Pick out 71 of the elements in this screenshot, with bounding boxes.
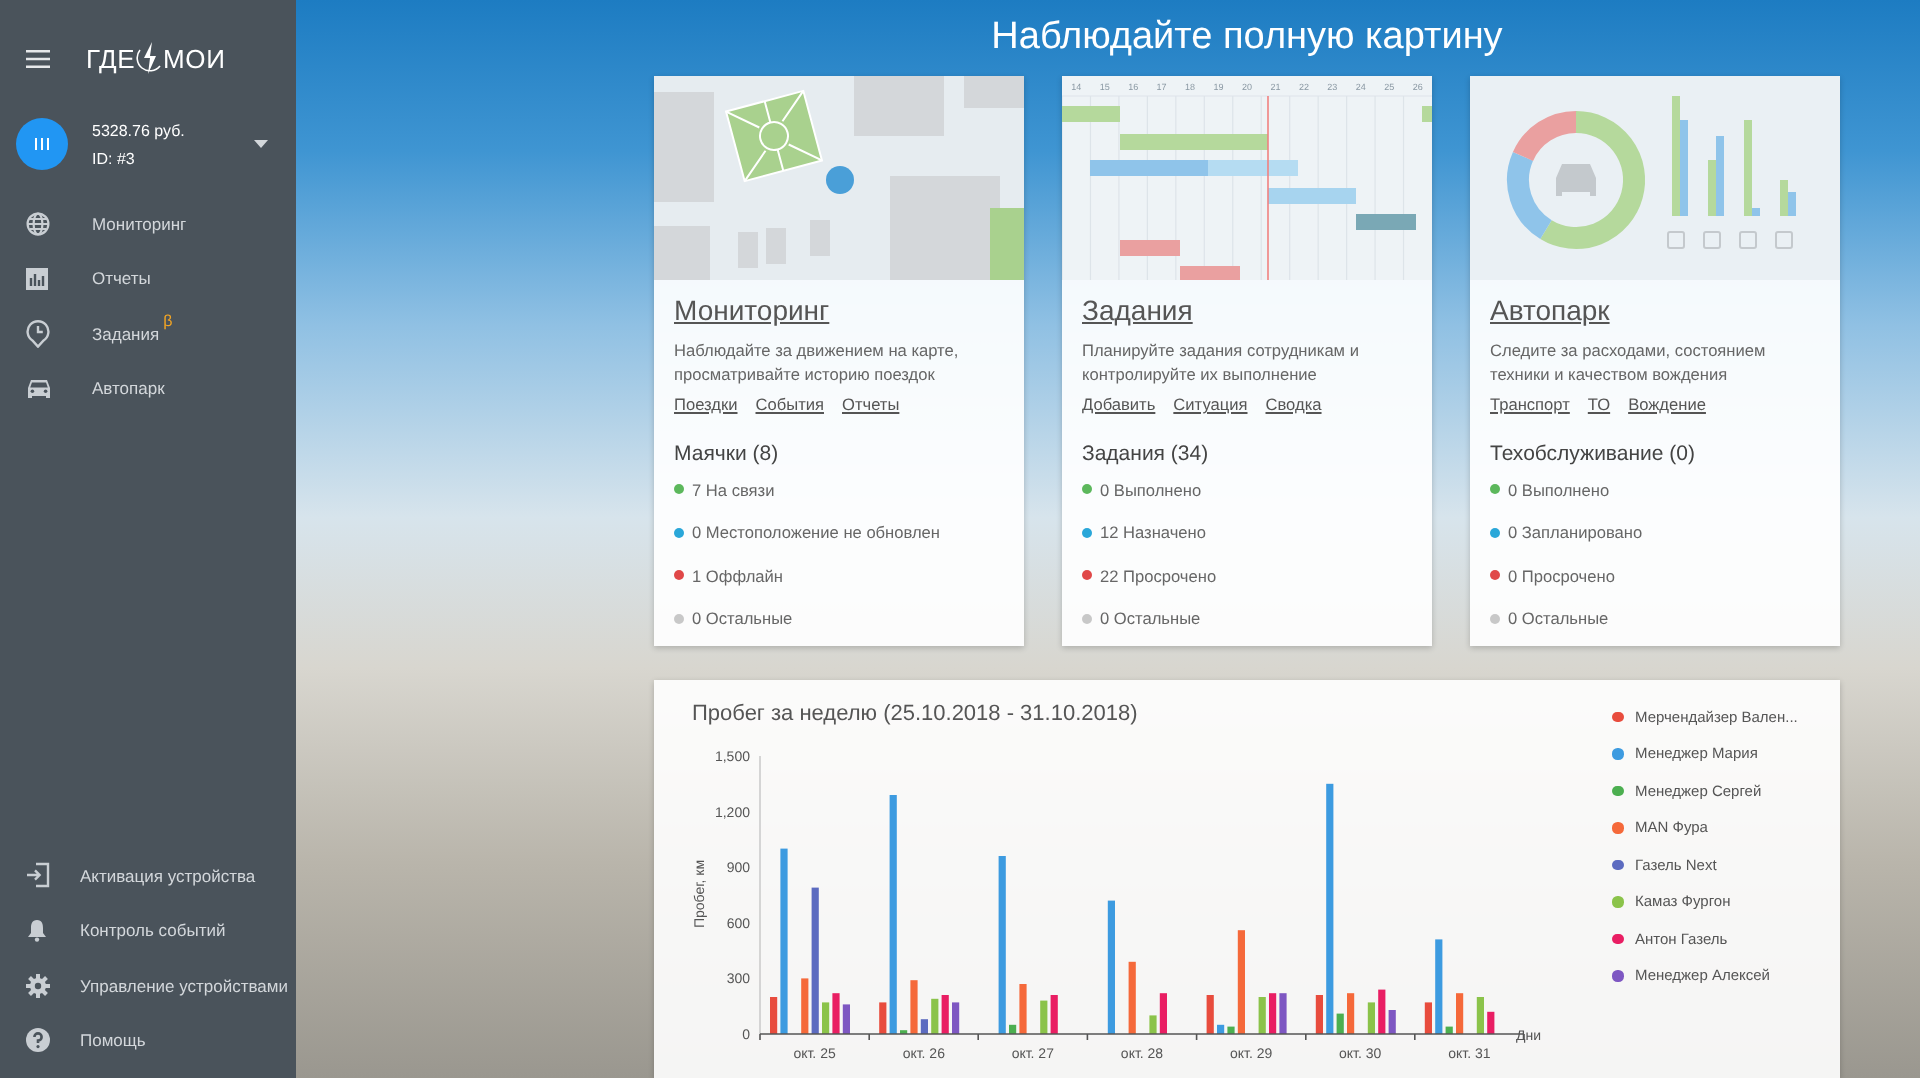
nav-item[interactable]: Контроль событий bbox=[80, 920, 226, 941]
card-link[interactable]: Ситуация bbox=[1173, 394, 1248, 414]
chart-bar bbox=[1487, 1011, 1495, 1034]
chart-bar bbox=[1315, 995, 1323, 1034]
page-title: Наблюдайте полную картину bbox=[991, 16, 1503, 60]
status-label: 22 Просрочено bbox=[1100, 565, 1217, 586]
chart-title: Пробег за неделю (25.10.2018 - 31.10.2018) bbox=[692, 702, 1140, 730]
card-link[interactable]: Транспорт bbox=[1490, 394, 1570, 414]
car-icon bbox=[1556, 164, 1596, 196]
clock-pin-icon bbox=[26, 319, 50, 348]
chart-bar bbox=[1456, 993, 1464, 1034]
status-label: 0 Выполнено bbox=[1100, 479, 1202, 500]
menu-icon[interactable] bbox=[26, 49, 50, 67]
status-label: 12 Назначено bbox=[1100, 522, 1206, 543]
login-icon bbox=[26, 862, 50, 889]
card-title-link[interactable]: Мониторинг bbox=[674, 294, 830, 326]
card-description: Следите за расходами, состоянием техники и качеством вождения bbox=[1490, 338, 1768, 386]
status-label: 0 Просрочено bbox=[1508, 565, 1615, 586]
account-balance: 5328.76 руб. bbox=[92, 121, 187, 139]
chart-bar bbox=[952, 1002, 960, 1034]
section-title: Техобслуживание (0) bbox=[1490, 442, 1697, 466]
card-title-link[interactable]: Автопарк bbox=[1490, 294, 1610, 326]
nav-item[interactable]: Мониторинг bbox=[92, 213, 187, 234]
status-label: 0 Остальные bbox=[1100, 608, 1201, 629]
bar-chart-icon bbox=[26, 267, 48, 290]
chart-bar bbox=[1424, 1002, 1432, 1034]
chart-bar bbox=[1258, 997, 1266, 1034]
nav-item[interactable]: Отчеты bbox=[92, 268, 151, 289]
card-link[interactable]: Сводка bbox=[1265, 394, 1322, 414]
chart-bar bbox=[1347, 993, 1355, 1034]
card-link[interactable]: ТО bbox=[1587, 394, 1611, 414]
card-link[interactable]: Отчеты bbox=[842, 394, 900, 414]
nav-item[interactable]: Задания bbox=[92, 323, 160, 344]
help-icon bbox=[26, 1028, 50, 1053]
bars-icon bbox=[34, 138, 50, 150]
nav-item[interactable]: Автопарк bbox=[92, 378, 165, 399]
nav-item[interactable]: Активация устройства bbox=[80, 865, 256, 886]
card-title-link[interactable]: Задания bbox=[1082, 294, 1193, 326]
globe-icon bbox=[26, 211, 50, 236]
settings-icon bbox=[26, 973, 50, 998]
avatar-circle[interactable] bbox=[16, 118, 68, 170]
caret-icon[interactable] bbox=[254, 140, 268, 148]
nav-item[interactable]: Помощь bbox=[80, 1030, 146, 1051]
car-icon bbox=[26, 377, 52, 400]
bell-icon bbox=[26, 918, 48, 943]
chart-bar bbox=[1367, 1002, 1375, 1034]
status-label: 0 Остальные bbox=[1508, 608, 1609, 629]
status-label: 0 Выполнено bbox=[1508, 479, 1610, 500]
lightning-circle-icon bbox=[135, 42, 164, 74]
status-label: 1 Оффлайн bbox=[692, 565, 784, 586]
status-label: 0 Остальные bbox=[692, 608, 793, 629]
nav-item[interactable]: Управление устройствами bbox=[80, 975, 288, 996]
account-id: ID: #3 bbox=[92, 149, 137, 167]
card-link[interactable]: Вождение bbox=[1628, 394, 1706, 414]
card-description: Наблюдайте за движением на карте, просматривайте историю поездок bbox=[674, 338, 961, 386]
card-link[interactable]: Добавить bbox=[1082, 394, 1156, 414]
chart-bar bbox=[1206, 995, 1214, 1034]
logo-text: МОИ bbox=[163, 43, 226, 73]
section-title: Маячки (8) bbox=[674, 442, 781, 466]
logo-text: ГДЕ bbox=[86, 43, 136, 73]
status-label: 0 Запланировано bbox=[1508, 522, 1643, 543]
card-description: Планируйте задания сотрудникам и контролируйте их выполнение bbox=[1082, 338, 1361, 386]
chart-bar bbox=[1476, 997, 1484, 1034]
status-label: 7 На связи bbox=[692, 479, 775, 500]
section-title: Задания (34) bbox=[1082, 442, 1211, 466]
beta-label: β bbox=[163, 312, 173, 331]
chart-bar bbox=[1128, 961, 1136, 1034]
status-label: 0 Местоположение не обновлен bbox=[692, 522, 941, 543]
chart-bar bbox=[1107, 900, 1115, 1034]
card-link[interactable]: События bbox=[755, 394, 824, 414]
card-link[interactable]: Поездки bbox=[674, 394, 738, 414]
